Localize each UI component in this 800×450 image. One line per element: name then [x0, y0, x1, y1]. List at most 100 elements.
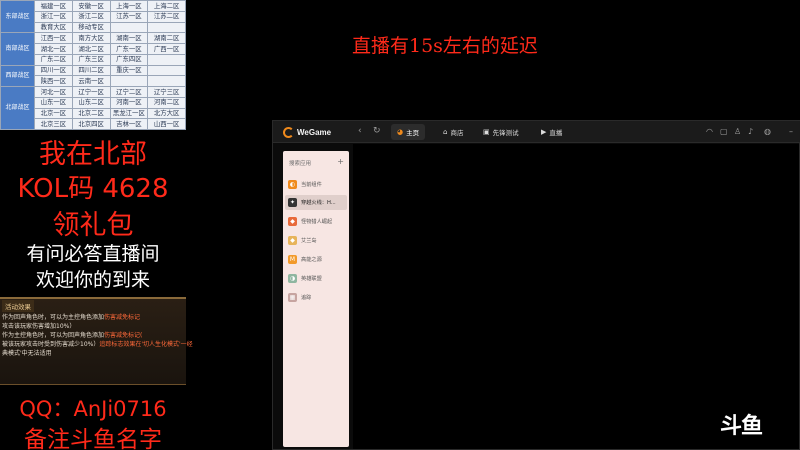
sidebar-game-item[interactable]: M 高能之源: [285, 252, 347, 267]
server-zone-cell: 北京三区: [34, 118, 73, 130]
server-zone-cell: [147, 75, 186, 87]
server-zone-cell: 河北一区: [34, 86, 73, 98]
wegame-sidebar: 搜索应用 + ◐ 当前组件 ✦ 穿越火线：H... ◆ 怪物猎人崛起 ◆ 艾兰岛 M 高能之源 ◑ 英…: [283, 151, 349, 447]
overlay-qq: QQ：AnJi0716: [19, 397, 167, 421]
server-zone-table: 东部战区 福建一区 安徽一区 上海一区 上海二区 浙江一区 浙江二区 江苏一区 江苏二区 教育大区…: [0, 0, 186, 130]
server-table-row: 东部战区 福建一区 安徽一区 上海一区 上海二区: [0, 0, 186, 34]
server-zone-cell: 四川一区: [34, 64, 73, 77]
server-zone-cell: 山东一区: [34, 96, 73, 109]
server-region-label: 西部战区: [0, 64, 35, 87]
server-zone-cell: 重庆一区: [109, 64, 149, 77]
sidebar-game-label: 高能之源: [301, 257, 322, 263]
sidebar-game-item[interactable]: ◆ 艾兰岛: [285, 233, 347, 248]
overlay-line-gift: 领礼包: [52, 210, 134, 241]
server-zone-cell: 江苏一区: [109, 10, 149, 23]
store-icon: ⌂: [443, 128, 448, 136]
shirt-icon[interactable]: ♙: [734, 127, 741, 136]
game-icon: ◆: [288, 217, 297, 226]
headset-icon[interactable]: ◠: [706, 127, 713, 136]
server-zone-cell: 北京四区: [71, 118, 111, 130]
server-zone-cell: 山东二区: [71, 96, 111, 109]
activity-line-text: 作为回声角色时，可以为主控角色添加: [2, 314, 105, 321]
server-zone-cell: 湖南二区: [147, 32, 186, 44]
server-zone-cell: 吉林一区: [109, 118, 149, 130]
server-zone-cell: 辽宁二区: [109, 86, 149, 98]
server-zone-cell: 上海二区: [147, 0, 186, 12]
tab-label: 直播: [549, 129, 563, 137]
overlay-line-qa: 有问必答直播间: [26, 243, 160, 265]
server-zone-cell: 河南一区: [109, 96, 149, 109]
server-zone-cell: 浙江一区: [34, 10, 73, 23]
server-zone-cell: 南方大区: [71, 32, 111, 44]
tab-store[interactable]: ⌂ 商店: [437, 124, 469, 140]
test-icon: ▣: [483, 128, 490, 136]
wegame-logo[interactable]: WeGame: [283, 126, 331, 138]
overlay-note: 备注斗鱼名字: [24, 427, 162, 450]
server-zone-cell: 上海一区: [109, 0, 149, 12]
wegame-logo-text: WeGame: [297, 127, 332, 137]
activity-line: 典模式'中无法适用: [2, 348, 52, 357]
avatar[interactable]: ◍: [764, 127, 771, 136]
server-zone-cell: 北方大区: [147, 107, 186, 120]
activity-line-text: 作为主控角色时，可以为回声角色添加: [2, 332, 105, 339]
sidebar-game-label: 追踪: [301, 295, 312, 301]
server-zone-cell: 广东二区: [34, 53, 73, 66]
server-zone-cell: 广东三区: [71, 53, 111, 66]
server-table-row: 西部战区 四川一区 四川二区 重庆一区: [0, 64, 186, 87]
tab-live[interactable]: ▶ 直播: [535, 124, 568, 140]
refresh-icon[interactable]: ↻: [373, 126, 381, 136]
wegame-title-bar: WeGame ‹ ↻ ◕ 主页 ⌂ 商店 ▣ 先锋测试 ▶ 直播 ◠ ▢ ♙ ♪ ◍ –: [273, 121, 800, 143]
add-app-icon[interactable]: +: [337, 157, 344, 166]
server-zone-cell: 安徽一区: [71, 0, 111, 12]
overlay-line-north: 我在北部: [39, 139, 147, 170]
tab-home[interactable]: ◕ 主页: [391, 124, 426, 140]
server-zone-cell: [109, 75, 149, 87]
game-icon: ◑: [288, 274, 297, 283]
server-zone-cell: 北京二区: [71, 107, 111, 120]
server-zone-cell: [147, 64, 186, 77]
server-region-label: 东部战区: [0, 0, 35, 34]
server-zone-cell: [147, 21, 186, 34]
server-zone-cell: 云南一区: [71, 75, 111, 87]
tab-label: 商店: [450, 129, 464, 137]
activity-line-highlight: 伤害减免标记(: [104, 332, 143, 339]
sidebar-game-label: 怪物猎人崛起: [301, 219, 333, 225]
sidebar-game-item[interactable]: ▦ 追踪: [285, 290, 347, 305]
server-region-label: 北部战区: [0, 86, 35, 130]
overlay-line-welcome: 欢迎你的到来: [35, 269, 150, 291]
gift-icon[interactable]: ▢: [720, 127, 728, 136]
server-zone-cell: 四川二区: [71, 64, 111, 77]
activity-line-text: 被该玩家攻击时受到伤害减少10%）: [2, 341, 100, 348]
server-table-row: 南部战区 江西一区 南方大区 湖南一区 湖南二区: [0, 32, 186, 66]
back-arrow-icon[interactable]: ‹: [358, 126, 362, 136]
sidebar-game-item[interactable]: ✦ 穿越火线：H...: [285, 195, 347, 210]
server-zone-cell: 广西一区: [147, 43, 186, 55]
server-zone-cell: 山西一区: [147, 118, 186, 130]
sidebar-game-label: 艾兰岛: [301, 238, 317, 244]
sidebar-search-input[interactable]: 搜索应用: [289, 159, 311, 167]
server-zone-cell: 北京一区: [34, 107, 73, 120]
server-zone-cell: [109, 21, 149, 34]
sidebar-game-label: 穿越火线：H...: [301, 200, 336, 206]
game-icon: M: [288, 255, 297, 264]
sidebar-game-item[interactable]: ◐ 当前组件: [285, 177, 347, 192]
sidebar-game-item[interactable]: ◑ 英雄联盟: [285, 271, 347, 286]
server-zone-cell: 湖北二区: [71, 43, 111, 55]
activity-line: 作为回声角色时，可以为主控角色添加伤害减免标记: [2, 312, 140, 321]
game-icon: ◆: [288, 236, 297, 245]
game-icon: ✦: [288, 198, 297, 207]
activity-line: 作为主控角色时，可以为回声角色添加伤害减免标记(: [2, 330, 142, 339]
activity-line-highlight: 追踪标志效果在'切人生化模式'一经: [99, 341, 193, 348]
server-zone-cell: 黑龙江一区: [109, 107, 149, 120]
tab-test[interactable]: ▣ 先锋测试: [477, 124, 525, 140]
server-zone-cell: 教育大区: [34, 21, 73, 34]
minimize-icon[interactable]: –: [789, 127, 793, 136]
game-icon: ◐: [288, 180, 297, 189]
notification-icon[interactable]: ♪: [748, 127, 753, 136]
server-zone-cell: 湖北一区: [34, 43, 73, 55]
activity-line: 攻击该玩家伤害增加10%）: [2, 321, 75, 330]
douyu-watermark-logo: 斗鱼: [720, 414, 763, 439]
server-zone-cell: 陕西一区: [34, 75, 73, 87]
sidebar-game-item[interactable]: ◆ 怪物猎人崛起: [285, 214, 347, 229]
server-zone-cell: 福建一区: [34, 0, 73, 12]
